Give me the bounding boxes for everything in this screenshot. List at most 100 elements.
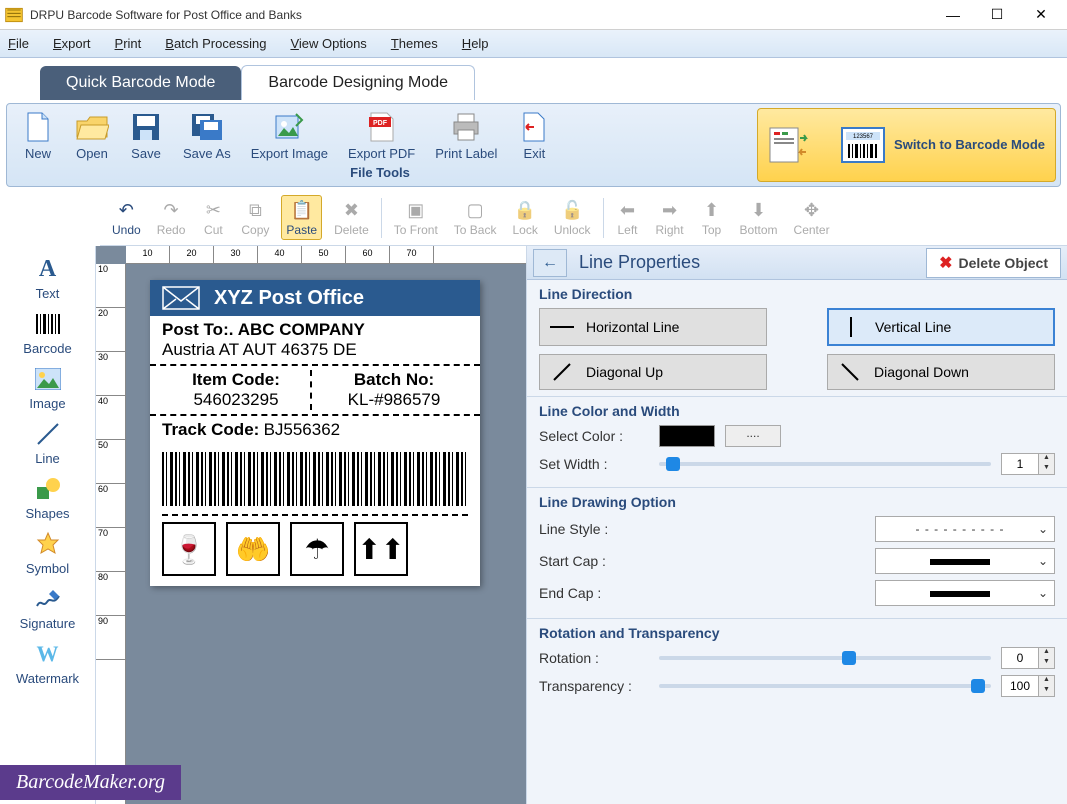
close-button[interactable]: ✕ [1019,1,1063,29]
tool-text[interactable]: AText [0,250,95,305]
diag-up-icon [550,363,574,381]
signature-icon [34,585,62,613]
keep-dry-icon: ☂ [290,522,344,576]
menu-file[interactable]: File [8,36,29,51]
paste-button[interactable]: 📋Paste [281,195,322,240]
menu-export[interactable]: Export [53,36,91,51]
align-left-button[interactable]: ⬅Left [612,196,644,239]
align-bottom-button[interactable]: ⬇Bottom [736,196,782,239]
diag-down-icon [838,363,862,381]
export-image-button[interactable]: Export Image [251,110,328,161]
align-top-button[interactable]: ⬆Top [696,196,728,239]
minimize-button[interactable]: — [931,1,975,29]
tool-watermark[interactable]: WWatermark [0,635,95,690]
toback-icon: ▢ [463,198,487,222]
linestyle-combo[interactable]: - - - - - - - - - -⌄ [875,516,1055,542]
app-icon [4,5,24,25]
toback-button[interactable]: ▢To Back [450,196,501,239]
linestyle-label: Line Style : [539,521,649,537]
menu-view[interactable]: View Options [290,36,366,51]
unlock-button[interactable]: 🔓Unlock [550,196,595,239]
vertical-line-button[interactable]: Vertical Line [827,308,1055,346]
tool-symbol[interactable]: Symbol [0,525,95,580]
rotation-slider[interactable] [659,656,991,660]
canvas[interactable]: 10203040506070 102030405060708090 XYZ Po… [96,246,526,804]
cut-icon: ✂ [201,198,225,222]
copy-button[interactable]: ⧉Copy [237,196,273,239]
menu-print[interactable]: Print [115,36,142,51]
tofront-icon: ▣ [404,198,428,222]
save-button[interactable]: Save [129,110,163,161]
tofront-button[interactable]: ▣To Front [390,196,442,239]
width-spinbox[interactable]: ▲▼ [1001,453,1055,475]
center-icon: ✥ [800,198,824,222]
rotation-spinbox[interactable]: ▲▼ [1001,647,1055,669]
rottrans-title: Rotation and Transparency [539,625,1055,641]
transparency-spinbox[interactable]: ▲▼ [1001,675,1055,697]
undo-button[interactable]: ↶Undo [108,196,145,239]
delete-object-button[interactable]: ✖Delete Object [926,248,1061,278]
export-pdf-button[interactable]: PDFExport PDF [348,110,415,161]
cut-button[interactable]: ✂Cut [197,196,229,239]
vert-line-icon [839,318,863,336]
label-preview[interactable]: XYZ Post Office Post To:. ABC COMPANY Au… [150,280,480,586]
open-button[interactable]: Open [75,110,109,161]
tab-design-mode[interactable]: Barcode Designing Mode [241,65,475,100]
svg-text:123567: 123567 [853,134,874,140]
symbol-icon [34,530,62,558]
maximize-button[interactable]: ☐ [975,1,1019,29]
arrow-down-icon: ⬇ [747,198,771,222]
switch-label: Switch to Barcode Mode [894,137,1045,153]
diagonal-up-button[interactable]: Diagonal Up [539,354,767,390]
set-width-label: Set Width : [539,456,649,472]
switch-mode-button[interactable]: 123567 Switch to Barcode Mode [757,108,1056,182]
tab-quick-mode[interactable]: Quick Barcode Mode [40,66,241,100]
more-colors-button[interactable]: .... [725,425,781,447]
tool-line[interactable]: Line [0,415,95,470]
rotation-label: Rotation : [539,650,649,666]
unlock-icon: 🔓 [560,198,584,222]
align-right-button[interactable]: ➡Right [652,196,688,239]
back-button[interactable]: ← [533,249,567,277]
diagonal-down-button[interactable]: Diagonal Down [827,354,1055,390]
line-icon [34,420,62,448]
ribbon-group-label: File Tools [11,163,749,182]
shapes-icon [34,475,62,503]
tool-signature[interactable]: Signature [0,580,95,635]
tool-image[interactable]: Image [0,360,95,415]
horiz-line-icon [550,318,574,336]
pdf-icon: PDF [365,110,399,144]
redo-button[interactable]: ↷Redo [153,196,190,239]
delete-button[interactable]: ✖Delete [330,196,373,239]
printer-icon [449,110,483,144]
solid-cap-icon [882,586,1038,600]
startcap-combo[interactable]: ⌄ [875,548,1055,574]
exit-button[interactable]: Exit [517,110,551,161]
menu-help[interactable]: Help [462,36,489,51]
transparency-slider[interactable] [659,684,991,688]
arrow-right-icon: ➡ [658,198,682,222]
align-center-button[interactable]: ✥Center [790,196,834,239]
horizontal-line-button[interactable]: Horizontal Line [539,308,767,346]
switch-icon [768,122,832,168]
endcap-combo[interactable]: ⌄ [875,580,1055,606]
saveas-button[interactable]: Save As [183,110,231,161]
menu-themes[interactable]: Themes [391,36,438,51]
ruler-vertical: 102030405060708090 [96,264,126,804]
color-swatch[interactable] [659,425,715,447]
new-button[interactable]: New [21,110,55,161]
ribbon: New Open Save Save As Export Image PDFEx… [6,103,1061,187]
menu-batch[interactable]: Batch Processing [165,36,266,51]
direction-title: Line Direction [539,286,1055,302]
width-slider[interactable] [659,462,991,466]
tool-shapes[interactable]: Shapes [0,470,95,525]
arrow-up-icon: ⬆ [700,198,724,222]
drawing-title: Line Drawing Option [539,494,1055,510]
lock-button[interactable]: 🔒Lock [508,196,541,239]
print-label-button[interactable]: Print Label [435,110,497,161]
paste-icon: 📋 [290,198,314,222]
label-postto: Post To:. ABC COMPANY Austria AT AUT 463… [150,316,480,366]
chevron-down-icon: ⌄ [1038,522,1048,536]
tool-barcode[interactable]: Barcode [0,305,95,360]
dashed-line-icon: - - - - - - - - - - [882,522,1038,536]
